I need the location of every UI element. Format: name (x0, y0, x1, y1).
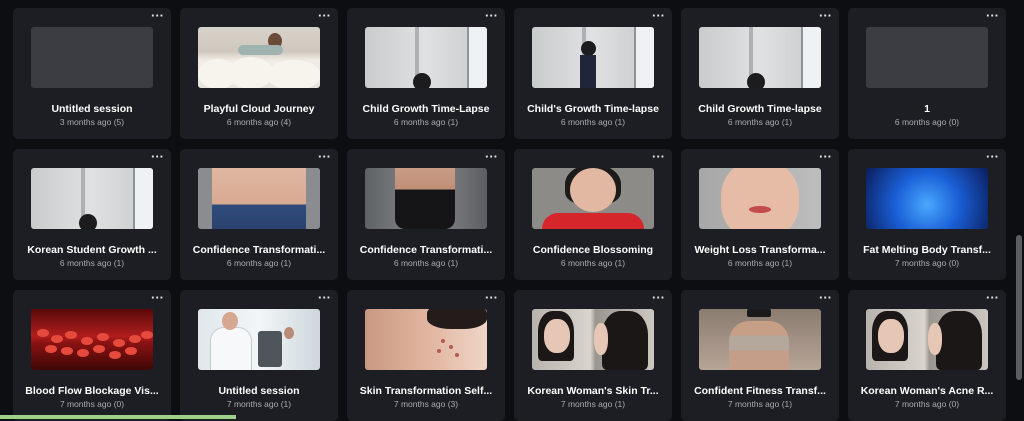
thumbnail (532, 309, 654, 370)
session-card[interactable]: ··· Child Growth Time-Lapse 6 months ago (… (347, 8, 505, 139)
session-title: Fat Melting Body Transf... (863, 244, 991, 256)
thumbnail (532, 168, 654, 229)
session-title: Confidence Transformati... (192, 244, 326, 256)
session-title: Weight Loss Transforma... (694, 244, 826, 256)
thumbnail (198, 168, 320, 229)
session-meta: 7 months ago (0) (894, 258, 960, 268)
thumbnail (365, 27, 487, 88)
more-options-icon[interactable]: ··· (151, 291, 164, 304)
session-meta: 6 months ago (4) (226, 117, 292, 127)
more-options-icon[interactable]: ··· (819, 9, 832, 22)
more-options-icon[interactable]: ··· (151, 150, 164, 163)
session-meta: 6 months ago (1) (727, 117, 793, 127)
session-title: Korean Woman's Acne R... (860, 385, 994, 397)
more-options-icon[interactable]: ··· (986, 9, 999, 22)
session-title: Korean Woman's Skin Tr... (527, 385, 659, 397)
session-meta: 6 months ago (1) (560, 117, 626, 127)
session-meta: 7 months ago (3) (393, 399, 459, 409)
session-title: Confidence Blossoming (532, 244, 654, 256)
session-card[interactable]: ··· Untitled session 7 months ago (1) (180, 290, 338, 421)
session-card[interactable]: ··· Playful Cloud Journey 6 months ago (4) (180, 8, 338, 139)
sessions-grid: ··· Untitled session 3 months ago (5) ··· Pl… (13, 8, 1006, 421)
session-card[interactable]: ··· Korean Woman's Acne R... 7 months ago … (848, 290, 1006, 421)
session-title: Korean Student Growth ... (27, 244, 157, 256)
session-card[interactable]: ··· Child Growth Time-lapse 6 months ago (… (681, 8, 839, 139)
session-meta: 7 months ago (1) (560, 399, 626, 409)
session-title: Skin Transformation Self... (359, 385, 493, 397)
thumbnail (699, 309, 821, 370)
thumbnail (532, 27, 654, 88)
session-title: Child Growth Time-lapse (698, 103, 822, 115)
thumbnail (365, 168, 487, 229)
more-options-icon[interactable]: ··· (318, 291, 331, 304)
session-meta: 6 months ago (1) (59, 258, 125, 268)
more-options-icon[interactable]: ··· (986, 150, 999, 163)
bottom-progress-strip (0, 415, 236, 419)
thumbnail (699, 27, 821, 88)
session-meta: 6 months ago (1) (560, 258, 626, 268)
thumbnail (365, 309, 487, 370)
thumbnail (31, 309, 153, 370)
session-title: Untitled session (218, 385, 300, 397)
more-options-icon[interactable]: ··· (151, 9, 164, 22)
session-meta: 6 months ago (1) (393, 117, 459, 127)
session-title: Untitled session (51, 103, 133, 115)
more-options-icon[interactable]: ··· (652, 150, 665, 163)
more-options-icon[interactable]: ··· (485, 150, 498, 163)
session-meta: 7 months ago (1) (727, 399, 793, 409)
session-card[interactable]: ··· Korean Woman's Skin Tr... 7 months ago… (514, 290, 672, 421)
more-options-icon[interactable]: ··· (652, 291, 665, 304)
session-meta: 6 months ago (0) (894, 117, 960, 127)
session-title: Confident Fitness Transf... (694, 385, 826, 397)
scrollbar[interactable] (1016, 235, 1022, 380)
more-options-icon[interactable]: ··· (819, 291, 832, 304)
more-options-icon[interactable]: ··· (652, 9, 665, 22)
session-card[interactable]: ··· Confidence Transformati... 6 months ag… (180, 149, 338, 280)
session-title: 1 (924, 103, 930, 115)
session-card[interactable]: ··· Weight Loss Transforma... 6 months ago… (681, 149, 839, 280)
session-meta: 3 months ago (5) (59, 117, 125, 127)
session-title: Playful Cloud Journey (203, 103, 315, 115)
session-meta: 6 months ago (1) (226, 258, 292, 268)
more-options-icon[interactable]: ··· (318, 9, 331, 22)
session-title: Child Growth Time-Lapse (362, 103, 490, 115)
session-title: Blood Flow Blockage Vis... (25, 385, 159, 397)
thumbnail (31, 27, 153, 88)
session-title: Confidence Transformati... (359, 244, 493, 256)
thumbnail (866, 309, 988, 370)
session-meta: 6 months ago (1) (393, 258, 459, 268)
session-card[interactable]: ··· Untitled session 3 months ago (5) (13, 8, 171, 139)
session-meta: 6 months ago (1) (727, 258, 793, 268)
thumbnail (699, 168, 821, 229)
more-options-icon[interactable]: ··· (986, 291, 999, 304)
more-options-icon[interactable]: ··· (485, 9, 498, 22)
thumbnail (866, 168, 988, 229)
session-card[interactable]: ··· Confident Fitness Transf... 7 months a… (681, 290, 839, 421)
session-meta: 7 months ago (0) (59, 399, 125, 409)
session-card[interactable]: ··· Skin Transformation Self... 7 months a… (347, 290, 505, 421)
session-card[interactable]: ··· Confidence Blossoming 6 months ago (1) (514, 149, 672, 280)
session-meta: 7 months ago (1) (226, 399, 292, 409)
more-options-icon[interactable]: ··· (485, 291, 498, 304)
session-card[interactable]: ··· Child's Growth Time-lapse 6 months ago… (514, 8, 672, 139)
session-card[interactable]: ··· Fat Melting Body Transf... 7 months ag… (848, 149, 1006, 280)
more-options-icon[interactable]: ··· (318, 150, 331, 163)
session-card[interactable]: ··· 1 6 months ago (0) (848, 8, 1006, 139)
thumbnail (31, 168, 153, 229)
session-card[interactable]: ··· Korean Student Growth ... 6 months ago… (13, 149, 171, 280)
thumbnail (198, 309, 320, 370)
session-card[interactable]: ··· Blood Flow Blockage Vis... 7 months ag… (13, 290, 171, 421)
more-options-icon[interactable]: ··· (819, 150, 832, 163)
session-title: Child's Growth Time-lapse (527, 103, 659, 115)
thumbnail (866, 27, 988, 88)
session-meta: 7 months ago (0) (894, 399, 960, 409)
thumbnail (198, 27, 320, 88)
session-card[interactable]: ··· Confidence Transformati... 6 months ag… (347, 149, 505, 280)
